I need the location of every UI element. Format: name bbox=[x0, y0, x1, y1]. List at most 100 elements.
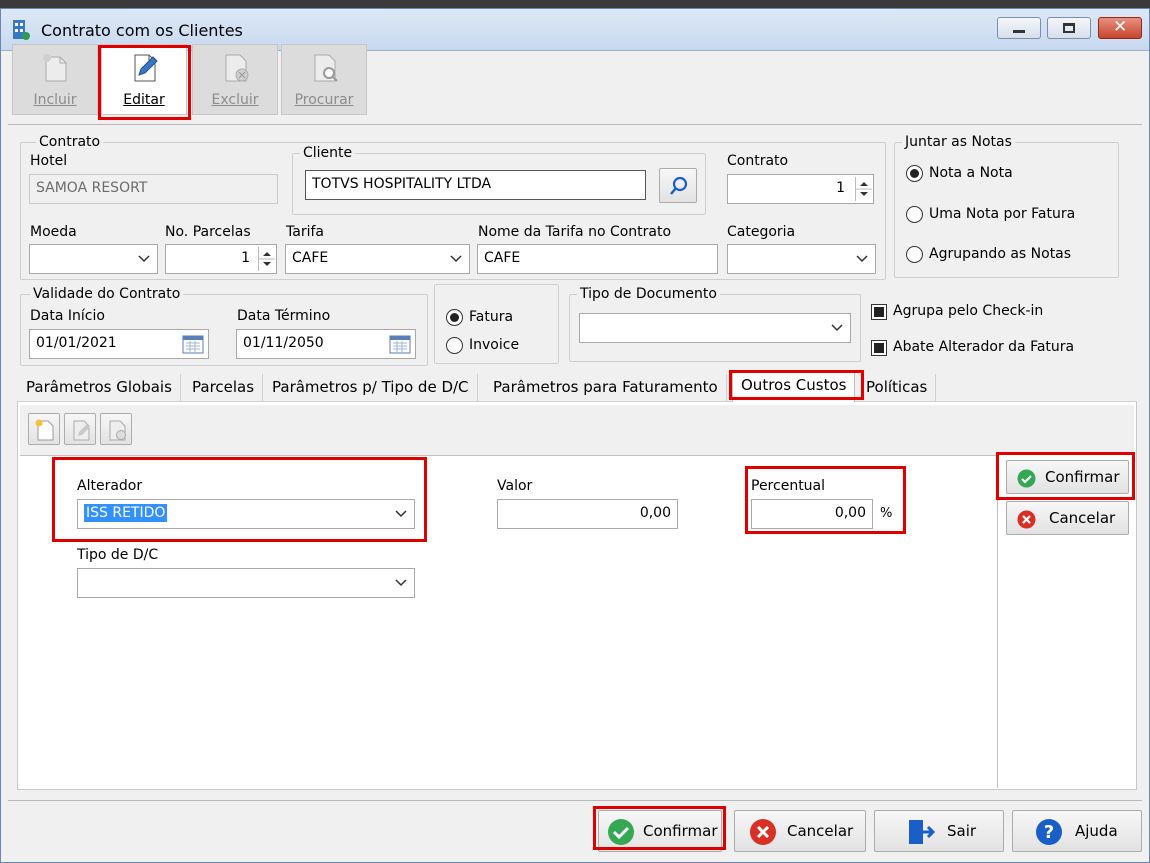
data-termino-value: 01/11/2050 bbox=[243, 335, 324, 351]
search-document-icon bbox=[314, 54, 338, 82]
check-circle-icon bbox=[1017, 469, 1036, 488]
radio-uma-nota-fatura[interactable] bbox=[906, 206, 923, 223]
chevron-down-icon bbox=[395, 510, 407, 518]
tipo-documento-select[interactable] bbox=[579, 313, 851, 343]
excluir-button[interactable]: Excluir bbox=[192, 44, 278, 115]
percent-sign: % bbox=[880, 506, 893, 521]
calendar-icon[interactable] bbox=[182, 334, 204, 354]
abate-label: Abate Alterador da Fatura bbox=[893, 339, 1075, 355]
window-title: Contrato com os Clientes bbox=[41, 21, 243, 40]
hotel-app-icon bbox=[13, 20, 30, 40]
edit-document-icon bbox=[134, 54, 158, 82]
abate-checkbox[interactable] bbox=[871, 340, 887, 356]
moeda-select[interactable] bbox=[29, 244, 158, 274]
close-icon: ✕ bbox=[1113, 17, 1128, 37]
data-inicio-input[interactable]: 01/01/2021 bbox=[29, 329, 209, 359]
tab-parametros-globais[interactable]: Parâmetros Globais bbox=[18, 374, 181, 402]
maximize-button[interactable] bbox=[1047, 17, 1091, 39]
contrato-spin-arrows[interactable] bbox=[855, 177, 872, 201]
spin-arrows-icon bbox=[856, 182, 872, 196]
footer-ajuda-button[interactable]: ? Ajuda bbox=[1012, 810, 1142, 852]
hotel-field: SAMOA RESORT bbox=[29, 174, 278, 204]
tipo-documento-title: Tipo de Documento bbox=[577, 286, 720, 302]
nome-tarifa-input[interactable]: CAFE bbox=[477, 244, 718, 274]
categoria-label: Categoria bbox=[727, 224, 796, 240]
footer-cancelar-button[interactable]: Cancelar bbox=[734, 810, 866, 852]
chevron-down-icon bbox=[831, 324, 843, 332]
parcelas-spin-arrows[interactable] bbox=[258, 247, 275, 271]
tab-politicas[interactable]: Políticas bbox=[860, 374, 937, 402]
fatura-label: Fatura bbox=[469, 309, 514, 325]
tarifa-label: Tarifa bbox=[286, 224, 324, 240]
tarifa-value: CAFE bbox=[292, 250, 329, 266]
tab-parametros-dc[interactable]: Parâmetros p/ Tipo de D/C bbox=[264, 374, 478, 402]
outros-cancelar-button[interactable]: Cancelar bbox=[1006, 501, 1129, 535]
valor-input[interactable]: 0,00 bbox=[497, 499, 678, 529]
tab-outros-custos[interactable]: Outros Custos bbox=[732, 371, 856, 402]
calendar-icon[interactable] bbox=[389, 334, 411, 354]
cliente-input[interactable]: TOTVS HOSPITALITY LTDA bbox=[305, 170, 646, 200]
cancel-circle-icon bbox=[750, 819, 776, 845]
minimize-button[interactable] bbox=[997, 17, 1041, 39]
outros-confirmar-label: Confirmar bbox=[1045, 468, 1120, 486]
percentual-input[interactable]: 0,00 bbox=[751, 499, 873, 529]
parcelas-spinner[interactable]: 1 bbox=[165, 244, 277, 274]
radio-invoice[interactable] bbox=[446, 337, 463, 354]
nota-a-nota-label: Nota a Nota bbox=[929, 165, 1013, 181]
contrato-group-title: Contrato bbox=[36, 134, 104, 150]
contrato-spinner[interactable]: 1 bbox=[727, 174, 874, 204]
invoice-label: Invoice bbox=[469, 337, 520, 353]
tab-parametros-faturamento[interactable]: Parâmetros para Faturamento bbox=[485, 374, 727, 402]
radio-fatura[interactable] bbox=[446, 309, 463, 326]
inner-vertical-divider bbox=[997, 455, 998, 788]
check-circle-icon bbox=[608, 819, 634, 845]
inner-add-button[interactable] bbox=[28, 413, 60, 445]
juntar-title: Juntar as Notas bbox=[902, 134, 1015, 150]
editar-button[interactable]: Editar bbox=[101, 44, 187, 115]
parcelas-label: No. Parcelas bbox=[165, 224, 251, 240]
chevron-down-icon bbox=[856, 255, 868, 263]
data-inicio-label: Data Início bbox=[30, 308, 105, 324]
categoria-select[interactable] bbox=[727, 244, 876, 274]
tab-parcelas[interactable]: Parcelas bbox=[184, 374, 264, 402]
cliente-title: Cliente bbox=[300, 145, 356, 161]
footer-ajuda-label: Ajuda bbox=[1075, 822, 1118, 840]
tipo-dc-select[interactable] bbox=[77, 568, 415, 598]
svg-text:?: ? bbox=[1044, 822, 1054, 843]
search-icon bbox=[670, 176, 688, 195]
inner-delete-button[interactable] bbox=[100, 413, 132, 445]
tarifa-select[interactable]: CAFE bbox=[285, 244, 470, 274]
footer-confirmar-label: Confirmar bbox=[643, 822, 718, 840]
data-termino-label: Data Término bbox=[237, 308, 331, 324]
spin-arrows-icon bbox=[259, 252, 275, 266]
incluir-button[interactable]: Incluir bbox=[12, 44, 98, 115]
alterador-select[interactable]: ISS RETIDO bbox=[77, 499, 415, 529]
inner-edit-button[interactable] bbox=[64, 413, 96, 445]
uma-nota-label: Uma Nota por Fatura bbox=[929, 206, 1076, 222]
data-termino-input[interactable]: 01/11/2050 bbox=[236, 329, 416, 359]
procurar-button[interactable]: Procurar bbox=[281, 44, 367, 115]
nome-tarifa-label: Nome da Tarifa no Contrato bbox=[478, 224, 672, 240]
footer-sair-button[interactable]: Sair bbox=[874, 810, 1004, 852]
footer-confirmar-button[interactable]: Confirmar bbox=[598, 810, 722, 852]
radio-agrupando[interactable] bbox=[906, 246, 923, 263]
hotel-label: Hotel bbox=[30, 153, 68, 169]
outros-confirmar-button[interactable]: Confirmar bbox=[1006, 460, 1129, 494]
valor-label: Valor bbox=[497, 478, 533, 494]
tipo-dc-label: Tipo de D/C bbox=[77, 547, 159, 563]
edit-document-icon bbox=[73, 420, 90, 441]
outros-cancelar-label: Cancelar bbox=[1049, 509, 1116, 527]
close-button[interactable]: ✕ bbox=[1098, 17, 1142, 39]
delete-document-icon bbox=[225, 54, 249, 82]
footer-sair-label: Sair bbox=[947, 822, 977, 840]
data-inicio-value: 01/01/2021 bbox=[36, 335, 117, 351]
agrupa-checkbox[interactable] bbox=[871, 304, 887, 320]
minimize-icon bbox=[1013, 30, 1025, 33]
alterador-value: ISS RETIDO bbox=[84, 504, 168, 522]
cliente-search-button[interactable] bbox=[659, 168, 697, 203]
chevron-down-icon bbox=[450, 255, 462, 263]
radio-nota-a-nota[interactable] bbox=[906, 165, 923, 182]
new-document-icon bbox=[35, 419, 54, 441]
chevron-down-icon bbox=[138, 255, 150, 263]
inner-toolbar bbox=[20, 405, 1134, 455]
